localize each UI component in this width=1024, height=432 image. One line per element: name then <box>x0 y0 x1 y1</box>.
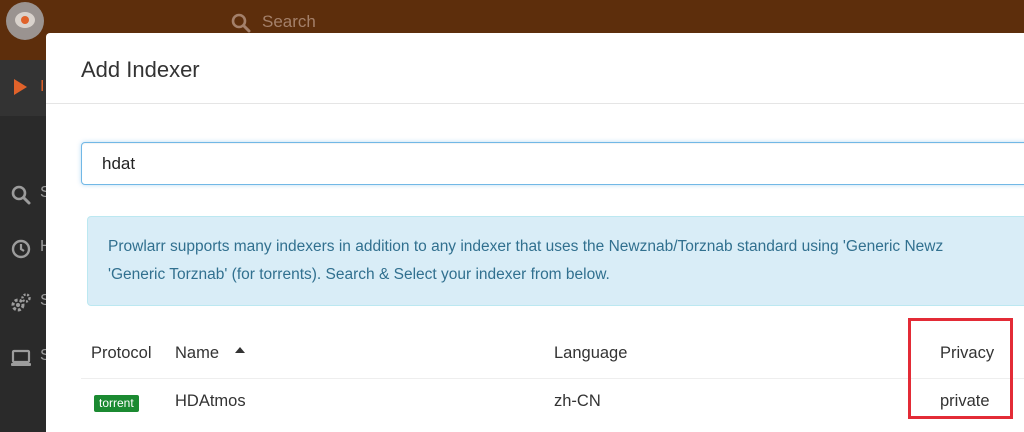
info-alert: Prowlarr supports many indexers in addit… <box>87 216 1024 306</box>
search-icon <box>11 185 31 205</box>
alert-text-line-2: 'Generic Torznab' (for torrents). Search… <box>108 266 610 283</box>
prowlarr-logo-icon[interactable] <box>6 2 44 40</box>
add-indexer-modal: Add Indexer Prowlarr supports many index… <box>46 33 1024 432</box>
indexer-language: zh-CN <box>554 392 601 410</box>
sidebar-item-indexers[interactable]: I <box>0 60 46 116</box>
sort-ascending-icon <box>235 347 245 353</box>
indexer-filter-input[interactable] <box>81 142 1024 185</box>
table-header: Protocol Name Language Privacy <box>81 333 1024 378</box>
history-icon <box>11 239 31 259</box>
protocol-badge: torrent <box>94 395 139 412</box>
alert-text-line-1: Prowlarr supports many indexers in addit… <box>108 238 944 255</box>
indexer-name: HDAtmos <box>175 392 246 410</box>
sidebar: I S H S S <box>0 60 52 432</box>
play-icon <box>14 79 27 95</box>
modal-header: Add Indexer <box>46 33 1024 104</box>
modal-title: Add Indexer <box>81 57 200 82</box>
header-search-input[interactable]: Search <box>262 12 316 32</box>
sidebar-item-label: I <box>40 78 45 95</box>
settings-icon <box>11 293 31 312</box>
privacy-highlight-box <box>908 318 1013 419</box>
search-icon <box>231 13 251 33</box>
column-header-protocol[interactable]: Protocol <box>91 344 152 363</box>
table-row[interactable]: torrent HDAtmos zh-CN private <box>81 378 1024 424</box>
system-icon <box>11 349 31 366</box>
column-header-name[interactable]: Name <box>175 344 219 363</box>
column-header-language[interactable]: Language <box>554 344 627 363</box>
